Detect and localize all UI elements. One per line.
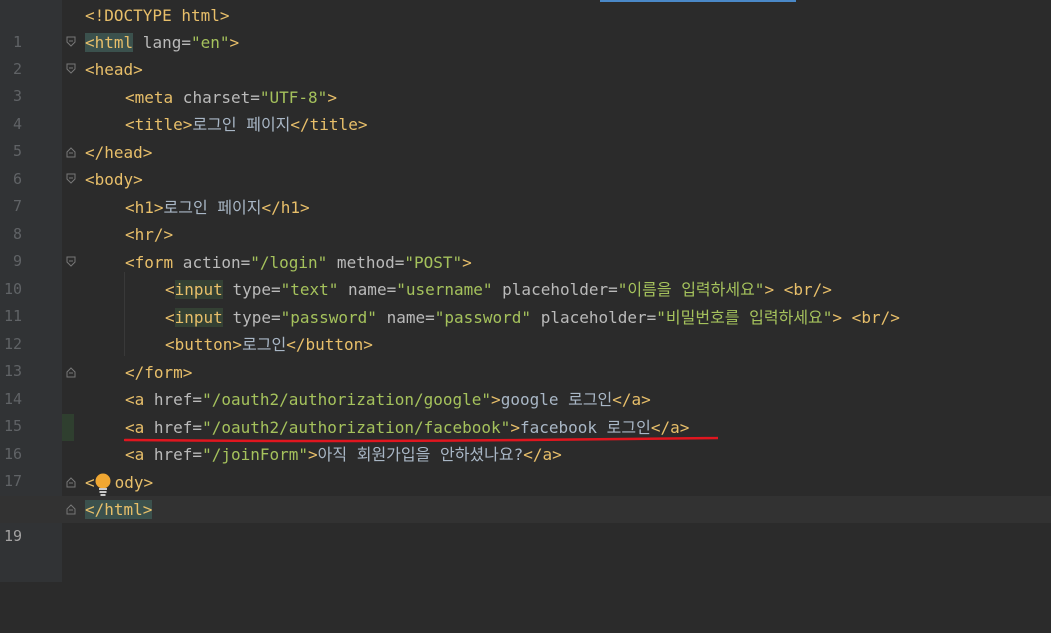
code-line-8[interactable]: 8 <h1>로그인 페이지</h1> (0, 194, 1051, 243)
code-line-9[interactable]: 9 <hr/> (0, 221, 1051, 270)
code-line-7[interactable]: 7 <body> (0, 166, 1051, 215)
line-number: 19 (3, 527, 22, 546)
html-open-tag: <html (85, 33, 134, 52)
code-line-4[interactable]: 4 <meta charset="UTF-8"> (0, 84, 1051, 133)
input-tag-highlight: input (174, 280, 223, 299)
code-line-15[interactable]: 15 <a href="/oauth2/authorization/google… (0, 386, 1051, 435)
fold-marker-icon[interactable] (66, 366, 76, 378)
code-line-1[interactable]: 1 <!DOCTYPE html> (0, 2, 1051, 51)
annotation-underline (124, 436, 718, 443)
fold-marker-icon[interactable] (66, 173, 76, 185)
lightbulb-icon[interactable] (93, 472, 113, 498)
code-line-6[interactable]: 6 </head> (0, 139, 1051, 188)
code-line-12[interactable]: 12 <input type="password" name="password… (0, 304, 1051, 353)
fold-marker-icon[interactable] (66, 63, 76, 75)
code-line-10[interactable]: 10 <form action="/login" method="POST"> (0, 249, 1051, 298)
html-close-tag: </html> (85, 500, 153, 519)
code-line-13[interactable]: 13 <button>로그인</button> (0, 331, 1051, 380)
fold-marker-icon[interactable] (66, 256, 76, 268)
fold-marker-icon[interactable] (66, 36, 76, 48)
code-line-19[interactable]: 19 </html> (0, 496, 1051, 545)
input-tag-highlight: input (174, 308, 223, 327)
code-line-11[interactable]: 11 <input type="text" name="username" pl… (0, 276, 1051, 325)
code-editor[interactable]: 1 <!DOCTYPE html> 2 <html lang="en"> 3 <… (0, 0, 1051, 582)
doctype: <!DOCTYPE html> (85, 6, 230, 25)
code-line-3[interactable]: 3 <head> (0, 56, 1051, 105)
head-open-tag: <head> (85, 60, 143, 79)
code-line-5[interactable]: 5 <title>로그인 페이지</title> (0, 111, 1051, 160)
code-line-17[interactable]: 17 <a href="/joinForm">아직 회원가입을 안하셨나요?</… (0, 441, 1051, 490)
code-line-2[interactable]: 2 <html lang="en"> (0, 29, 1051, 78)
code-line-18[interactable]: 18 <ody> (0, 469, 1051, 518)
code-line-14[interactable]: 14 </form> (0, 359, 1051, 408)
fold-marker-icon[interactable] (66, 503, 76, 515)
fold-marker-icon[interactable] (66, 146, 76, 158)
fold-marker-icon[interactable] (66, 476, 76, 488)
